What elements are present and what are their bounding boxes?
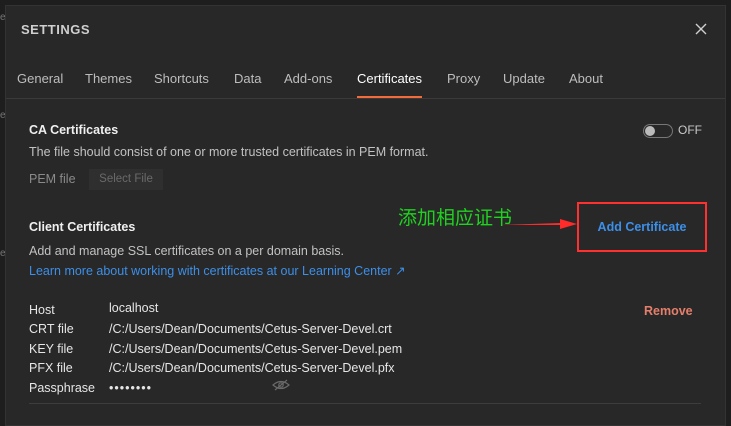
ca-section-title: CA Certificates	[29, 123, 119, 137]
tab-add-ons[interactable]: Add-ons	[284, 70, 332, 98]
key-file-label: KEY file	[29, 342, 74, 356]
divider	[29, 403, 701, 404]
add-certificate-button[interactable]: Add Certificate	[579, 204, 705, 250]
eye-slash-icon[interactable]	[272, 379, 290, 391]
ca-toggle[interactable]	[643, 124, 673, 138]
tab-shortcuts[interactable]: Shortcuts	[154, 70, 209, 98]
ca-description: The file should consist of one or more t…	[29, 145, 429, 159]
ca-toggle-label: OFF	[678, 123, 702, 137]
pem-file-label: PEM file	[29, 172, 76, 186]
key-file-value: /C:/Users/Dean/Documents/Cetus-Server-De…	[109, 342, 403, 356]
tab-themes[interactable]: Themes	[85, 70, 132, 98]
annotation-text: 添加相应证书	[398, 208, 513, 229]
modal-title: SETTINGS	[21, 22, 91, 37]
red-arrow-icon	[500, 219, 577, 229]
learning-center-link[interactable]: Learn more about working with certificat…	[29, 263, 406, 278]
crt-file-value: /C:/Users/Dean/Documents/Cetus-Server-De…	[109, 322, 392, 336]
tab-about[interactable]: About	[569, 70, 603, 98]
host-label: Host	[29, 303, 55, 317]
crt-file-label: CRT file	[29, 322, 74, 336]
tab-general[interactable]: General	[17, 70, 63, 98]
toggle-knob	[645, 126, 655, 136]
add-certificate-highlight: Add Certificate	[577, 202, 707, 252]
pfx-file-value: /C:/Users/Dean/Documents/Cetus-Server-De…	[109, 361, 395, 375]
close-icon[interactable]	[693, 21, 709, 37]
settings-tabs: General Themes Shortcuts Data Add-ons Ce…	[6, 70, 725, 99]
tab-proxy[interactable]: Proxy	[447, 70, 480, 98]
passphrase-value: ••••••••	[109, 381, 153, 395]
tab-certificates[interactable]: Certificates	[357, 70, 423, 98]
pfx-file-label: PFX file	[29, 361, 73, 375]
settings-modal: SETTINGS General Themes Shortcuts Data A…	[5, 5, 726, 426]
tab-data[interactable]: Data	[234, 70, 261, 98]
client-section-title: Client Certificates	[29, 220, 136, 234]
passphrase-label: Passphrase	[29, 381, 96, 395]
select-file-button[interactable]: Select File	[89, 169, 163, 190]
host-value: localhost	[109, 301, 159, 315]
remove-button[interactable]: Remove	[644, 304, 693, 318]
client-description: Add and manage SSL certificates on a per…	[29, 244, 345, 258]
tab-update[interactable]: Update	[503, 70, 545, 98]
